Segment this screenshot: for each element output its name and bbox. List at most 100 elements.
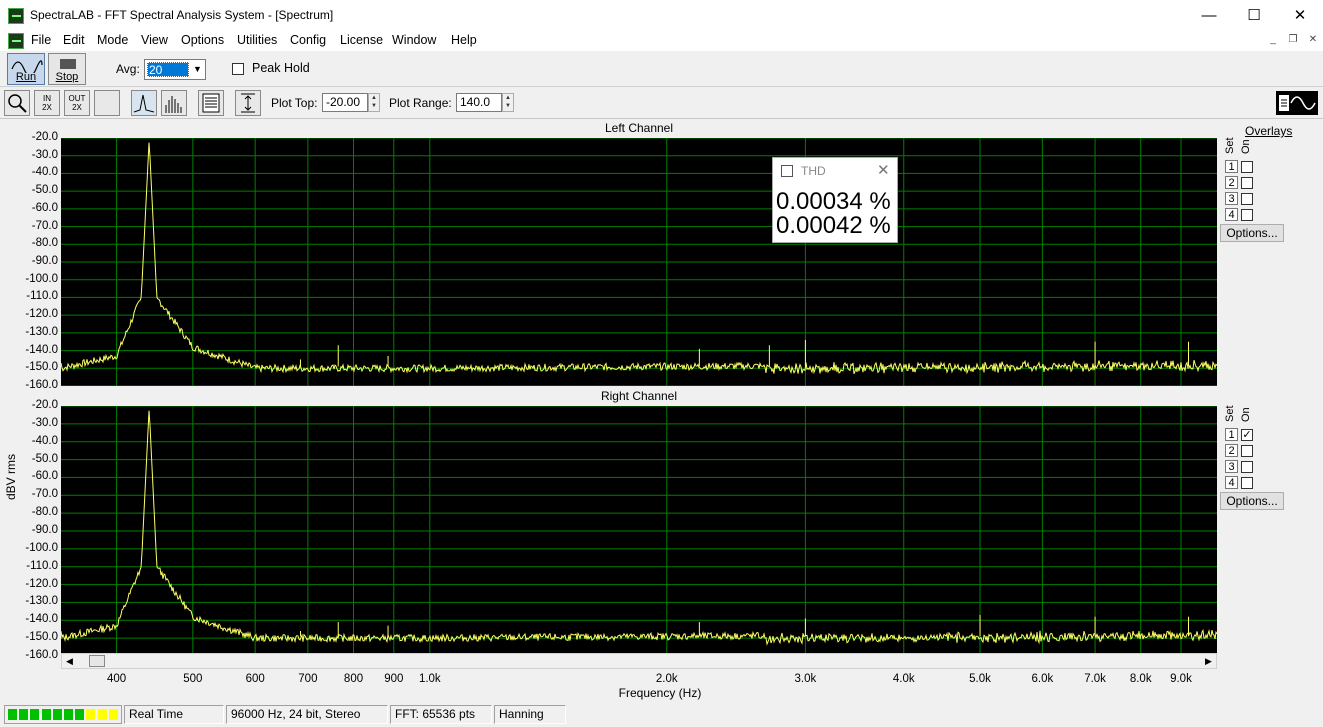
right-overlay-set-3-button[interactable]: 3 <box>1225 460 1238 473</box>
minimize-button[interactable]: — <box>1186 0 1232 31</box>
plot-range-spinner[interactable]: ▲ ▼ <box>502 93 514 112</box>
plot-range-input[interactable]: 140.0 <box>456 93 502 112</box>
x-tick-label: 4.0k <box>892 673 915 685</box>
main-toolbar: Run Stop Avg: 20 ▼ Peak Hold <box>0 51 1323 87</box>
right-overlay-on-1-checkbox[interactable]: ✓ <box>1241 429 1253 441</box>
y-tick-label: -110.0 <box>26 559 58 572</box>
autoscale-button[interactable] <box>235 90 261 116</box>
y-tick-label: -130.0 <box>25 595 58 608</box>
level-led <box>41 709 51 720</box>
maximize-button[interactable]: ☐ <box>1231 0 1277 31</box>
scroll-right-icon[interactable]: ▶ <box>1205 656 1212 667</box>
mdi-minimize-button[interactable]: _ <box>1265 34 1281 48</box>
y-tick-label: -70.0 <box>31 219 58 232</box>
run-button[interactable]: Run <box>7 53 45 85</box>
close-button[interactable]: ✕ <box>1277 0 1323 31</box>
thd-title: THD <box>801 164 826 178</box>
left-overlay-on-3-checkbox[interactable] <box>1241 193 1253 205</box>
menu-utilities[interactable]: Utilities <box>237 33 277 47</box>
y-tick-label: -100.0 <box>25 272 58 285</box>
vertical-scale-icon <box>241 93 255 113</box>
right-overlay-set-4-button[interactable]: 4 <box>1225 476 1238 489</box>
app-icon[interactable] <box>8 8 24 24</box>
left-overlay-on-2-checkbox[interactable] <box>1241 177 1253 189</box>
peak-hold-checkbox[interactable] <box>232 63 244 75</box>
right-overlay-options-button[interactable]: Options... <box>1220 492 1284 510</box>
menu-mode[interactable]: Mode <box>97 33 128 47</box>
view-toolbar: IN 2X OUT 2X Plot Top: -20.00 ▲ ▼ Plot Ra… <box>0 88 1323 119</box>
menu-license[interactable]: License <box>340 33 383 47</box>
menu-options[interactable]: Options <box>181 33 224 47</box>
spectrum-trace <box>61 410 1217 646</box>
y-tick-label: -40.0 <box>31 166 58 179</box>
plot-top-input[interactable]: -20.00 <box>322 93 368 112</box>
mdi-restore-button[interactable]: ❐ <box>1285 34 1301 48</box>
x-tick-label: 3.0k <box>794 673 817 685</box>
left-overlay-on-4-checkbox[interactable] <box>1241 209 1253 221</box>
menu-view[interactable]: View <box>141 33 168 47</box>
stop-button[interactable]: Stop <box>48 53 86 85</box>
x-tick-label: 6.0k <box>1031 673 1054 685</box>
menu-file[interactable]: File <box>31 33 51 47</box>
right-channel-plot[interactable] <box>61 406 1217 656</box>
level-meter <box>4 705 122 724</box>
x-tick-label: 500 <box>183 673 203 685</box>
y-tick-label: -80.0 <box>31 237 58 250</box>
zoom-out-full-button[interactable] <box>94 90 120 116</box>
plot-range-label: Plot Range: <box>389 96 452 110</box>
x-tick-label: 8.0k <box>1129 673 1152 685</box>
y-tick-label: -20.0 <box>31 399 58 411</box>
menu-window[interactable]: Window <box>392 33 436 47</box>
left-channel-plot[interactable] <box>61 138 1217 386</box>
right-overlay-on-2-checkbox[interactable] <box>1241 445 1253 457</box>
menu-edit[interactable]: Edit <box>63 33 85 47</box>
scroll-left-icon[interactable]: ◀ <box>66 656 73 667</box>
avg-select[interactable]: 20 ▼ <box>144 59 206 80</box>
x-tick-label: 9.0k <box>1170 673 1192 685</box>
zoom-out-2x-button[interactable]: OUT 2X <box>64 90 90 116</box>
right-overlay-set-2-button[interactable]: 2 <box>1225 444 1238 457</box>
menu-help[interactable]: Help <box>451 33 477 47</box>
mdi-close-button[interactable]: ✕ <box>1305 34 1321 48</box>
y-tick-label: -50.0 <box>31 452 58 465</box>
horizontal-scrollbar[interactable]: ◀ ▶ <box>61 653 1217 669</box>
table-view-button[interactable] <box>198 90 224 116</box>
left-overlay-set-3-button[interactable]: 3 <box>1225 192 1238 205</box>
x-tick-label: 900 <box>384 673 404 685</box>
level-led <box>52 709 62 720</box>
right-overlay-set-1-button[interactable]: 1 <box>1225 428 1238 441</box>
avg-label: Avg: <box>116 62 140 76</box>
menu-config[interactable]: Config <box>290 33 326 47</box>
thd-close-icon[interactable]: ✕ <box>877 161 890 179</box>
y-tick-label: -20.0 <box>31 131 58 143</box>
chevron-down-icon: ▼ <box>193 64 202 74</box>
overlays-title[interactable]: Overlays <box>1245 124 1292 138</box>
left-overlay-on-1-checkbox[interactable] <box>1241 161 1253 173</box>
status-window: Hanning <box>494 705 566 724</box>
left-overlay-set-2-button[interactable]: 2 <box>1225 176 1238 189</box>
level-led <box>108 709 118 720</box>
y-tick-label: -90.0 <box>31 255 58 267</box>
level-led <box>19 709 29 720</box>
thd-window[interactable]: THD ✕ 0.00034 % 0.00042 % <box>772 157 898 243</box>
level-led <box>8 709 17 720</box>
plot-top-spinner[interactable]: ▲ ▼ <box>368 93 380 112</box>
bar-mode-button[interactable] <box>161 90 187 116</box>
right-channel-title: Right Channel <box>600 389 678 403</box>
right-overlay-on-4-checkbox[interactable] <box>1241 477 1253 489</box>
left-overlay-options-button[interactable]: Options... <box>1220 224 1284 242</box>
spectralab-logo <box>1276 91 1318 115</box>
level-led <box>75 709 85 720</box>
y-tick-label: -150.0 <box>25 631 58 644</box>
magnifier-icon <box>8 94 27 113</box>
scroll-thumb[interactable] <box>89 655 105 667</box>
table-icon <box>202 93 220 113</box>
left-overlay-set-4-button[interactable]: 4 <box>1225 208 1238 221</box>
zoom-in-2x-button[interactable]: IN 2X <box>34 90 60 116</box>
zoom-button[interactable] <box>4 90 30 116</box>
right-overlay-on-3-checkbox[interactable] <box>1241 461 1253 473</box>
line-mode-button[interactable] <box>131 90 157 116</box>
y-axis-label: dBV rms <box>4 453 18 500</box>
left-overlay-set-1-button[interactable]: 1 <box>1225 160 1238 173</box>
mdi-doc-icon[interactable] <box>8 33 24 49</box>
